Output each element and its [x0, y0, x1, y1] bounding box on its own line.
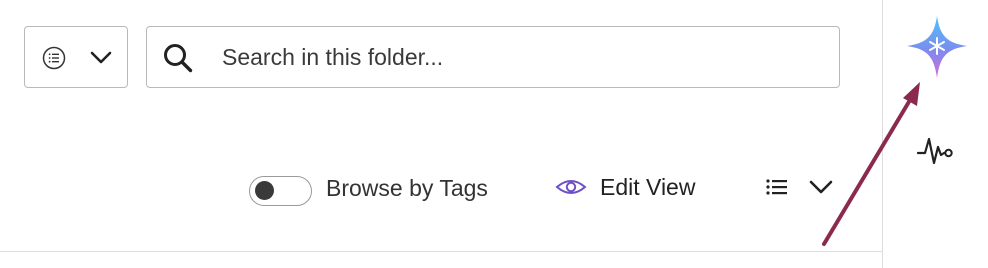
divider	[0, 251, 882, 252]
list-view-icon	[766, 179, 787, 195]
search-box[interactable]	[146, 26, 840, 88]
search-input[interactable]	[222, 39, 822, 75]
search-icon	[164, 44, 193, 73]
activity-icon[interactable]	[917, 133, 955, 167]
ai-sparkle-icon[interactable]	[907, 14, 967, 80]
filter-dropdown-button[interactable]	[24, 26, 128, 88]
edit-view-label: Edit View	[600, 173, 696, 200]
eye-icon	[555, 180, 587, 194]
toggle-knob	[255, 181, 274, 200]
view-mode-dropdown[interactable]	[762, 172, 838, 202]
chevron-down-icon	[809, 180, 833, 194]
chevron-down-icon	[90, 51, 112, 64]
main-panel: Browse by Tags Edit View	[0, 0, 882, 268]
edit-view-button[interactable]: Edit View	[555, 170, 695, 204]
browse-by-tags-toggle[interactable]	[249, 176, 312, 206]
browse-by-tags-label: Browse by Tags	[326, 175, 488, 201]
list-circle-icon	[42, 46, 66, 70]
